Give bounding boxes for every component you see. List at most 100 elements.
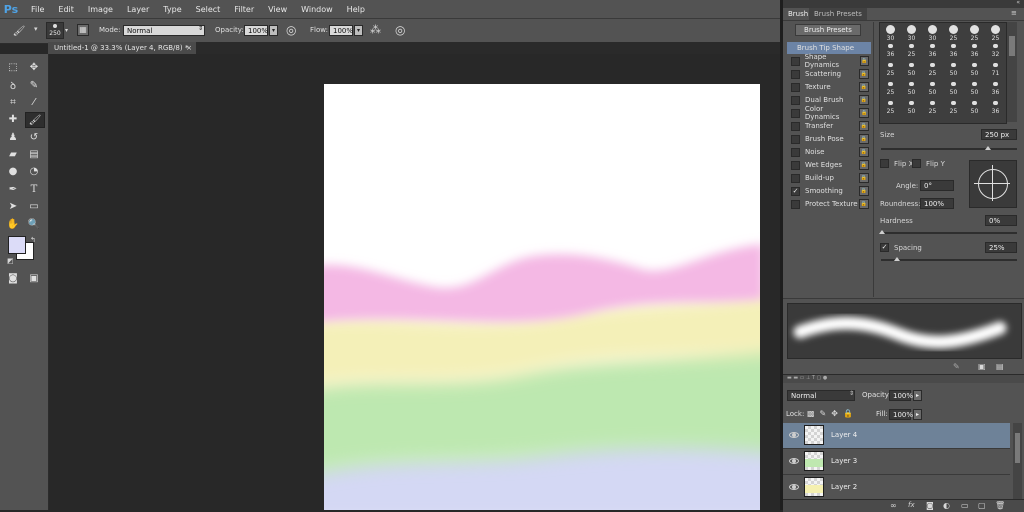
brush-tip-cell[interactable]: 50	[964, 101, 985, 119]
brush-tip-cell[interactable]: 36	[964, 44, 985, 62]
roundness-input[interactable]: 100%	[920, 198, 954, 209]
hardness-input[interactable]: 0%	[985, 215, 1017, 226]
pen-icon[interactable]: ✒	[4, 182, 22, 196]
layer-style-icon[interactable]: fx	[908, 501, 915, 509]
brush-option-texture[interactable]: Texture 🔒	[787, 81, 871, 93]
brush-option-build-up[interactable]: Build-up 🔒	[787, 172, 871, 184]
menu-window[interactable]: Window	[294, 5, 340, 14]
scroll-thumb[interactable]	[1015, 433, 1020, 463]
brush-presets-button[interactable]: Brush Presets	[795, 24, 861, 36]
close-icon[interactable]: ×	[186, 42, 192, 54]
brush-option-brush-pose[interactable]: Brush Pose 🔒	[787, 133, 871, 145]
layer-row[interactable]: Layer 3	[783, 449, 1010, 475]
brush-option-checkbox[interactable]	[791, 95, 800, 105]
lock-icon[interactable]: 🔒	[859, 147, 869, 157]
path-selection-icon[interactable]: ➤	[4, 199, 22, 213]
lock-icon[interactable]: 🔒	[859, 82, 869, 92]
lock-icon[interactable]: 🔒	[859, 199, 869, 209]
brush-option-protect-texture[interactable]: Protect Texture 🔒	[787, 198, 871, 210]
new-layer-icon[interactable]: ▢	[978, 501, 986, 510]
adjustment-layer-icon[interactable]: ◐	[943, 501, 950, 510]
brush-tool-preset-icon[interactable]: 🖌	[10, 24, 28, 38]
brush-tip-cell[interactable]: 50	[901, 82, 922, 100]
toggle-brush-panel-icon[interactable]: ▦	[77, 24, 89, 36]
lock-icon[interactable]: 🔒	[859, 186, 869, 196]
menu-file[interactable]: File	[24, 5, 51, 14]
hardness-slider-knob[interactable]	[879, 230, 885, 234]
menu-filter[interactable]: Filter	[227, 5, 261, 14]
brush-shape-circle[interactable]	[978, 169, 1008, 199]
flow-input[interactable]: 100%	[329, 25, 353, 36]
layer-opacity-input[interactable]: 100%	[889, 390, 913, 401]
pressure-opacity-icon[interactable]: ◎	[286, 23, 296, 37]
brush-tip-cell[interactable]: 25	[880, 101, 901, 119]
lock-icon[interactable]: 🔒	[859, 121, 869, 131]
brush-tip-cell[interactable]: 30	[922, 25, 943, 43]
brush-tip-cell[interactable]: 36	[880, 44, 901, 62]
brush-tip-cell[interactable]: 25	[985, 25, 1006, 43]
menu-layer[interactable]: Layer	[120, 5, 156, 14]
tool-preset-dropdown-icon[interactable]: ▾	[34, 25, 38, 33]
brush-option-checkbox[interactable]	[791, 134, 800, 144]
document-canvas[interactable]	[324, 84, 760, 510]
brush-tip-cell[interactable]: 50	[943, 63, 964, 81]
mode-select[interactable]: Normal	[123, 25, 205, 36]
menu-edit[interactable]: Edit	[51, 5, 81, 14]
spacing-toggle[interactable]: ✓ Spacing	[880, 243, 922, 252]
brush-tip-cell[interactable]: 30	[880, 25, 901, 43]
eye-icon[interactable]	[789, 432, 799, 438]
brush-option-scattering[interactable]: Scattering 🔒	[787, 68, 871, 80]
menu-view[interactable]: View	[261, 5, 294, 14]
gradient-icon[interactable]: ▤	[25, 147, 43, 161]
brush-picker-dropdown-icon[interactable]: ▾	[65, 27, 68, 34]
brush-option-checkbox[interactable]	[791, 56, 800, 66]
brush-tip-cell[interactable]: 36	[985, 101, 1006, 119]
opacity-input[interactable]: 100%	[244, 25, 268, 36]
brush-option-transfer[interactable]: Transfer 🔒	[787, 120, 871, 132]
fill-input[interactable]: 100%	[889, 409, 913, 420]
lock-icon[interactable]: 🔒	[859, 160, 869, 170]
healing-brush-icon[interactable]: ✚	[4, 112, 22, 126]
brush-tip-cell[interactable]: 32	[985, 44, 1006, 62]
blur-icon[interactable]: ●	[4, 164, 22, 178]
zoom-icon[interactable]: 🔍	[25, 217, 43, 231]
spacing-input[interactable]: 25%	[985, 242, 1017, 253]
hardness-slider-track[interactable]	[881, 232, 1017, 234]
eyedropper-icon[interactable]: ⁄	[25, 95, 43, 109]
flip-x-toggle[interactable]: Flip X	[880, 159, 913, 168]
brush-tip-cell[interactable]: 25	[922, 101, 943, 119]
lock-icon[interactable]: 🔒	[859, 69, 869, 79]
layer-row[interactable]: Layer 2	[783, 475, 1010, 499]
layer-filter-icon[interactable]: ▬ ▬ ▭ ⊥ T ▢ ●	[787, 375, 827, 381]
menu-select[interactable]: Select	[189, 5, 228, 14]
brush-option-checkbox[interactable]	[791, 69, 800, 79]
flow-dropdown-icon[interactable]: ▾	[354, 25, 363, 36]
default-colors-icon[interactable]: ◩	[7, 257, 14, 265]
brush-tip-cell[interactable]: 30	[901, 25, 922, 43]
flip-x-checkbox[interactable]	[880, 159, 889, 168]
panel-menu-icon[interactable]: ≡	[1011, 9, 1017, 17]
rectangular-marquee-icon[interactable]: ⬚	[4, 60, 22, 74]
brush-option-checkbox[interactable]	[791, 173, 800, 183]
swap-colors-icon[interactable]: ↰	[30, 236, 36, 244]
brush-option-checkbox[interactable]: ✓	[791, 186, 800, 196]
add-mask-icon[interactable]: ◙	[926, 501, 934, 510]
crop-icon[interactable]: ⌗	[4, 95, 22, 109]
link-layers-icon[interactable]: ∞	[890, 501, 897, 510]
brush-tip-cell[interactable]: 36	[943, 44, 964, 62]
dodge-icon[interactable]: ◔	[25, 164, 43, 178]
move-tool-icon[interactable]: ✥	[25, 60, 43, 74]
delete-layer-icon[interactable]: 🗑	[995, 501, 1005, 510]
lock-icon[interactable]: 🔒	[859, 173, 869, 183]
brush-option-checkbox[interactable]	[791, 160, 800, 170]
flip-y-toggle[interactable]: Flip Y	[912, 159, 945, 168]
lock-options-icons[interactable]: ▩✎✥🔒	[807, 409, 858, 418]
flip-y-checkbox[interactable]	[912, 159, 921, 168]
lock-icon[interactable]: 🔒	[859, 95, 869, 105]
menu-type[interactable]: Type	[156, 5, 188, 14]
layers-scrollbar[interactable]	[1013, 423, 1022, 499]
brush-tip-cell[interactable]: 36	[922, 44, 943, 62]
brush-option-checkbox[interactable]	[791, 199, 800, 209]
brush-tip-cell[interactable]: 71	[985, 63, 1006, 81]
type-tool-icon[interactable]: T	[25, 182, 43, 196]
